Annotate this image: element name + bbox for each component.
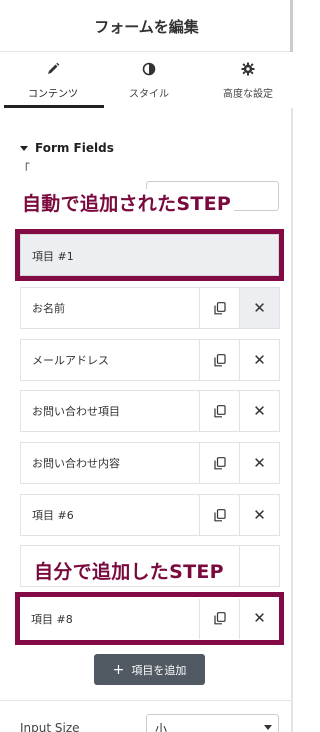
section-divider	[0, 700, 291, 701]
close-icon: ✕	[253, 505, 266, 524]
half-circle-icon	[100, 62, 198, 78]
pencil-icon	[4, 62, 102, 78]
duplicate-button[interactable]	[199, 288, 239, 328]
annotation-highlight-box: 項目 #1	[15, 229, 284, 281]
hidden-control-label: 「	[18, 162, 31, 176]
section-title: Form Fields	[35, 141, 114, 155]
tab-style[interactable]: スタイル	[100, 52, 198, 108]
duplicate-button[interactable]	[199, 340, 239, 380]
field-row-label: 項目 #6	[32, 509, 74, 522]
add-item-label: 項目を追加	[131, 663, 187, 677]
input-size-select[interactable]: 小	[146, 714, 279, 732]
tab-content[interactable]: コンテンツ	[4, 52, 102, 108]
field-row-label: 項目 #8	[31, 612, 73, 626]
tab-advanced-label: 高度な設定	[223, 89, 273, 100]
field-row-6[interactable]: 項目 #6 ✕	[20, 494, 280, 536]
field-row-3[interactable]: メールアドレス ✕	[20, 339, 280, 381]
panel-header: フォームを編集	[0, 0, 293, 52]
header-edge	[290, 0, 293, 52]
add-item-button[interactable]: + 項目を追加	[94, 654, 205, 685]
close-icon: ✕	[253, 609, 266, 627]
field-row-4[interactable]: お問い合わせ項目 ✕	[20, 390, 280, 432]
field-row-label: 項目 #1	[32, 250, 74, 263]
annotation-auto-added: 自動で追加されたSTEP	[19, 189, 235, 216]
caret-down-icon	[20, 145, 28, 151]
section-toggle[interactable]: Form Fields	[20, 138, 114, 158]
remove-button[interactable]	[239, 546, 279, 586]
copy-icon	[213, 612, 226, 625]
remove-button[interactable]: ✕	[239, 288, 279, 328]
duplicate-button[interactable]	[199, 598, 239, 639]
close-icon: ✕	[253, 401, 266, 420]
scrollbar-track[interactable]	[291, 108, 293, 732]
duplicate-button[interactable]	[199, 495, 239, 535]
annotation-highlight-box: 項目 #8 ✕	[15, 592, 284, 645]
field-row-label: お問い合わせ内容	[32, 457, 120, 470]
close-icon: ✕	[253, 453, 266, 472]
duplicate-button[interactable]	[199, 443, 239, 483]
field-row-label: お問い合わせ項目	[32, 405, 120, 418]
annotation-user-added: 自分で追加したSTEP	[31, 557, 227, 584]
tab-bar: コンテンツ スタイル 高度な設定	[0, 52, 293, 108]
field-row-label: お名前	[32, 302, 65, 315]
copy-icon	[213, 353, 226, 366]
remove-button[interactable]: ✕	[239, 443, 279, 483]
field-row-label: メールアドレス	[32, 354, 109, 367]
close-icon: ✕	[253, 298, 266, 317]
gear-icon	[199, 62, 297, 78]
tab-content-label: コンテンツ	[28, 89, 78, 100]
copy-icon	[213, 301, 226, 314]
copy-icon	[213, 508, 226, 521]
input-size-label: Input Size	[20, 721, 80, 732]
tab-advanced[interactable]: 高度な設定	[199, 52, 297, 108]
tab-style-label: スタイル	[129, 89, 169, 100]
field-row-5[interactable]: お問い合わせ内容 ✕	[20, 442, 280, 484]
chevron-down-icon	[264, 725, 272, 730]
remove-button[interactable]: ✕	[239, 495, 279, 535]
input-size-value: 小	[155, 722, 168, 732]
remove-button[interactable]: ✕	[239, 391, 279, 431]
panel-title: フォームを編集	[94, 18, 199, 36]
duplicate-button[interactable]	[199, 391, 239, 431]
remove-button[interactable]: ✕	[239, 598, 279, 639]
copy-icon	[213, 404, 226, 417]
remove-button[interactable]: ✕	[239, 340, 279, 380]
field-row-8[interactable]: 項目 #8 ✕	[20, 597, 279, 640]
field-row-2[interactable]: お名前 ✕	[20, 287, 280, 329]
plus-icon: +	[112, 661, 125, 678]
copy-icon	[213, 456, 226, 469]
field-row-1[interactable]: 項目 #1	[20, 234, 279, 276]
close-icon: ✕	[253, 350, 266, 369]
